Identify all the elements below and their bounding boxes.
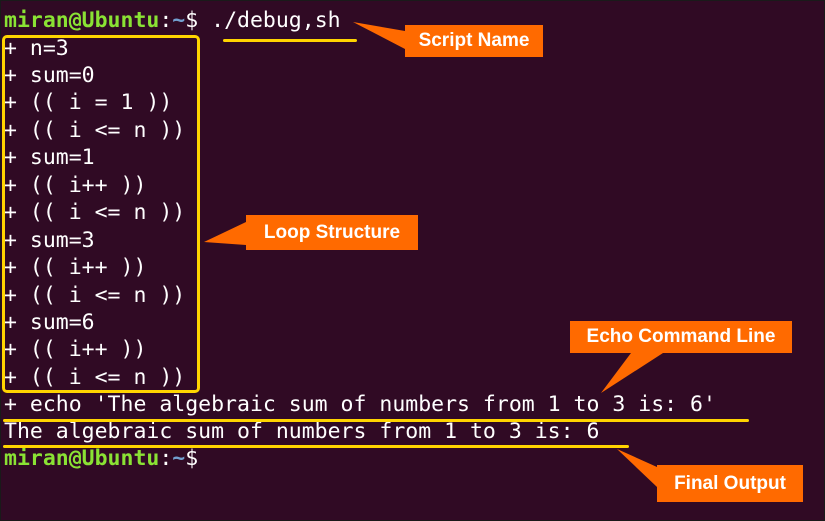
- script-name-callout: Script Name: [405, 25, 543, 57]
- echo-command-line-callout: Echo Command Line: [570, 321, 792, 353]
- final-output-callout: Final Output: [657, 465, 803, 502]
- loop-structure-pointer: [204, 222, 246, 245]
- loop-structure-callout: Loop Structure: [246, 215, 418, 250]
- echo-command-pointer: [601, 353, 663, 393]
- callout-pointers: [204, 22, 663, 487]
- terminal-window[interactable]: miran@Ubuntu:~$ ./debug,sh + n=3 + sum=0…: [0, 0, 825, 521]
- final-output-pointer: [617, 449, 657, 487]
- script-name-pointer: [353, 22, 405, 49]
